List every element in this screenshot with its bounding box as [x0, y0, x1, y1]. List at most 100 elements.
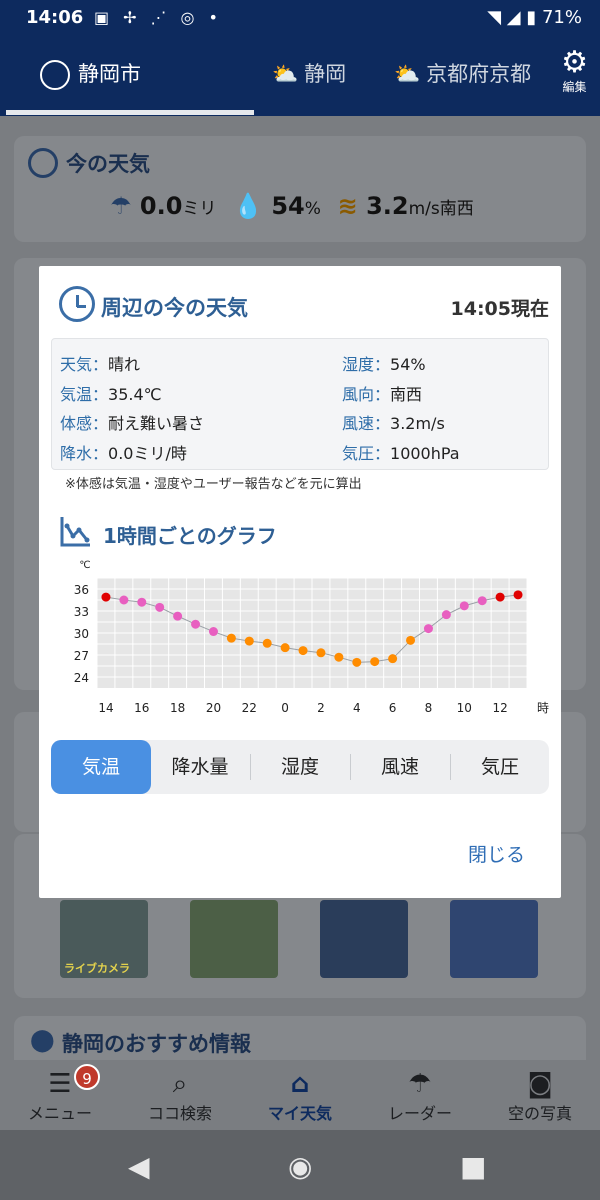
nav-search-label: ココ検索	[147, 1104, 212, 1123]
x-tick-label: 18	[170, 701, 185, 715]
segment-4[interactable]: 風速	[350, 740, 450, 794]
bottom-nav: ☰ メニュー 9 ⌕ ココ検索 ⌂ マイ天気 ☂ レーダー ◙ 空の写真	[0, 1060, 600, 1130]
temperature-point	[262, 638, 272, 648]
gear-icon: ⚙	[561, 45, 588, 80]
info-wind-dir-label: 風向：	[342, 385, 391, 404]
y-tick-label: 30	[74, 627, 89, 641]
temperature-point	[441, 610, 451, 620]
android-nav-bar: ◀ ◉ ■	[0, 1130, 600, 1200]
x-tick-label: 12	[492, 701, 507, 715]
temperature-point	[191, 619, 201, 629]
edit-label: 編集	[562, 80, 587, 94]
clock-icon	[28, 148, 58, 178]
search-icon: ⌕	[172, 1069, 188, 1099]
segment-5[interactable]: 気圧	[450, 740, 550, 794]
battery-icon: ▮	[526, 7, 537, 28]
info-wind-dir: 風向：南西	[342, 381, 422, 405]
menu-icon: ☰	[48, 1069, 72, 1099]
temperature-point	[173, 611, 183, 621]
temperature-point	[352, 657, 362, 667]
live-camera-thumb[interactable]: ライブカメラ	[60, 900, 148, 978]
dialog-title: 周辺の今の天気	[101, 296, 248, 320]
temperature-point	[316, 648, 326, 658]
now-weather-title: 今の天気	[66, 152, 150, 176]
humidity-unit: %	[304, 199, 321, 219]
temperature-point	[423, 624, 433, 634]
info-precip-label: 降水：	[60, 444, 109, 463]
temperature-point	[334, 652, 344, 662]
nav-sky-photo-label: 空の写真	[507, 1104, 572, 1123]
y-tick-label: 24	[74, 671, 89, 685]
y-tick-label: 33	[74, 605, 89, 619]
x-unit-label: 時	[537, 701, 549, 715]
photo-thumb-4[interactable]	[450, 900, 538, 978]
status-right: ◥ ◢ ▮ 71%	[487, 7, 582, 28]
home-circle-icon[interactable]: ◉	[288, 1150, 312, 1183]
line-graph-icon	[60, 517, 90, 547]
temperature-point	[244, 636, 254, 646]
photo-thumb-2[interactable]	[190, 900, 278, 978]
nav-menu-label: メニュー	[27, 1104, 92, 1123]
segment-3[interactable]: 湿度	[250, 740, 350, 794]
info-wind-speed-label: 風速：	[342, 414, 391, 433]
nav-search[interactable]: ⌕ ココ検索	[120, 1068, 240, 1124]
temperature-point	[101, 592, 111, 602]
nav-menu[interactable]: ☰ メニュー	[0, 1068, 120, 1124]
info-wind-speed-value: 3.2m/s	[390, 414, 445, 433]
graph-title: 1時間ごとのグラフ	[103, 524, 277, 548]
y-tick-label: 36	[74, 583, 89, 597]
current-conditions-table: 天気：晴れ 気温：35.4℃ 体感：耐え難い暑さ 降水：0.0ミリ/時 湿度：5…	[51, 338, 549, 470]
wind-icon: ≋	[337, 192, 358, 220]
x-tick-label: 4	[353, 701, 361, 715]
info-temperature-value: 35.4℃	[108, 385, 162, 404]
tab-location-2[interactable]: ⛅ 静岡	[272, 58, 346, 88]
segment-2[interactable]: 降水量	[150, 740, 250, 794]
info-precip: 降水：0.0ミリ/時	[60, 440, 187, 464]
tab-location-3[interactable]: ⛅ 京都府京都	[394, 58, 534, 88]
home-icon: ⌂	[290, 1069, 310, 1099]
x-tick-label: 20	[206, 701, 221, 715]
radar-umbrella-icon: ☂	[408, 1069, 432, 1099]
y-unit-label: ℃	[79, 560, 90, 571]
graph-type-selector: 気温 降水量 湿度 風速 気圧	[51, 740, 549, 794]
location-tabs: 静岡市 ⛅ 静岡 ⛅ 京都府京都 ⚙ 編集	[0, 36, 600, 116]
edit-button[interactable]: ⚙ 編集	[561, 48, 588, 95]
photo-thumb-3[interactable]	[320, 900, 408, 978]
temperature-point	[477, 596, 487, 606]
info-wind-speed: 風速：3.2m/s	[342, 410, 445, 434]
battery-percent: 71%	[541, 7, 582, 28]
tab-location-1[interactable]: 静岡市	[40, 58, 141, 90]
temperature-point	[280, 643, 290, 653]
close-button[interactable]: 閉じる	[468, 840, 525, 867]
nav-radar[interactable]: ☂ レーダー	[360, 1068, 480, 1124]
segment-1[interactable]: 気温	[51, 740, 151, 794]
wifi-icon: ◥	[487, 7, 502, 28]
temperature-point	[459, 601, 469, 611]
x-tick-label: 0	[281, 701, 289, 715]
x-tick-label: 2	[317, 701, 325, 715]
info-weather-value: 晴れ	[108, 355, 141, 374]
temperature-point	[406, 635, 416, 645]
info-weather: 天気：晴れ	[60, 351, 140, 375]
info-humidity-label: 湿度：	[342, 355, 391, 374]
temperature-point	[370, 657, 380, 667]
info-humidity-value: 54%	[390, 355, 426, 374]
x-tick-label: 16	[134, 701, 149, 715]
crosshair-icon	[40, 60, 70, 90]
temperature-point	[137, 597, 147, 607]
back-icon[interactable]: ◀	[128, 1150, 150, 1183]
clock-icon	[59, 286, 95, 322]
recents-icon[interactable]: ■	[460, 1150, 486, 1183]
rain-value: 0.0	[139, 192, 183, 220]
wind-unit: m/s	[408, 199, 440, 219]
nav-my-weather[interactable]: ⌂ マイ天気	[240, 1068, 360, 1124]
temperature-point	[388, 654, 398, 664]
location-pin-icon: ⬤	[30, 1028, 55, 1053]
segment-divider	[450, 754, 451, 780]
menu-badge: 9	[74, 1064, 100, 1090]
segment-divider	[250, 754, 251, 780]
y-tick-label: 27	[74, 649, 89, 663]
nav-sky-photo[interactable]: ◙ 空の写真	[480, 1068, 600, 1124]
now-weather-card: 今の天気 ☂ 0.0ミリ 💧 54% ≋ 3.2m/s南西	[14, 136, 586, 242]
humidity-drop-icon: 💧	[233, 192, 263, 220]
